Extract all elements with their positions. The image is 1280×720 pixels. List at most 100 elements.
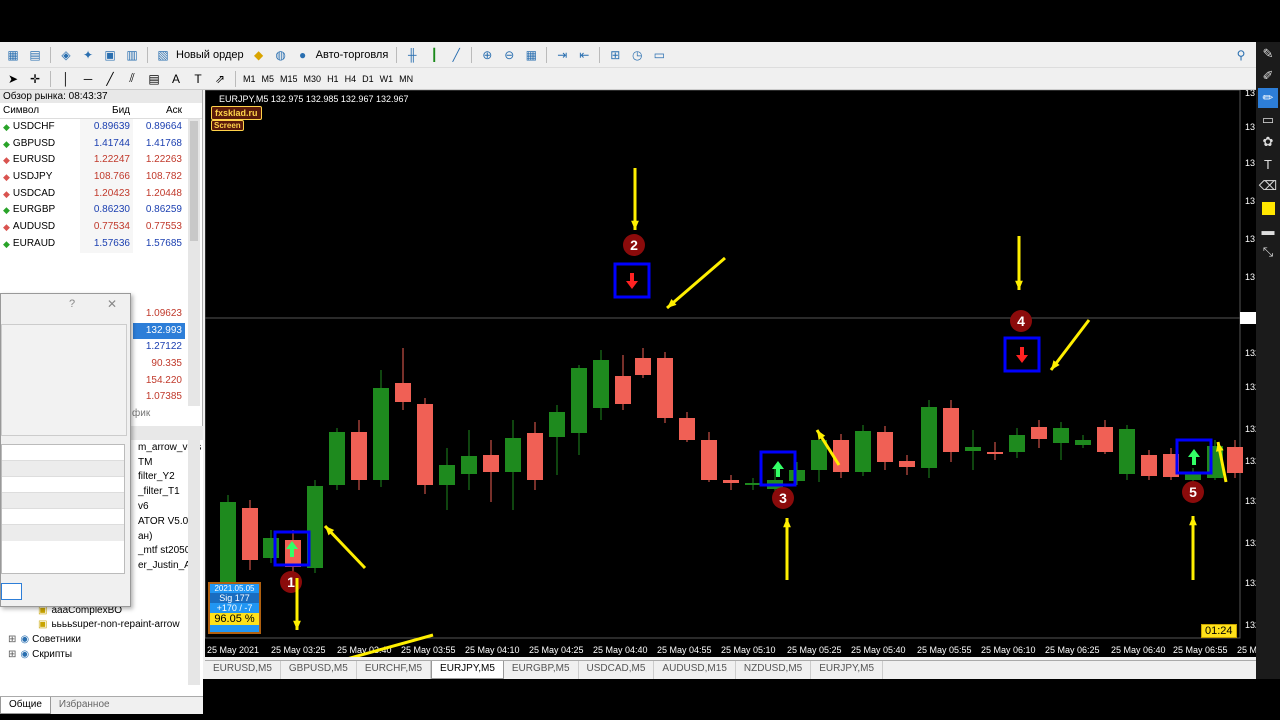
eraser-icon[interactable]: ⌫: [1258, 176, 1278, 196]
ask-cell-selected[interactable]: 132.993: [133, 322, 185, 340]
navigator-scripts[interactable]: ⊞ ◉ Скрипты: [0, 647, 203, 662]
bar-chart-icon[interactable]: ╫: [403, 46, 421, 64]
market-watch-row[interactable]: ◆ USDCHF 0.89639 0.89664: [0, 119, 202, 136]
market-watch-row[interactable]: ◆ USDJPY 108.766 108.782: [0, 169, 202, 186]
search-icon[interactable]: ⚲: [1232, 46, 1250, 64]
palette-icon[interactable]: ✿: [1258, 132, 1278, 152]
market-watch-scrollbar[interactable]: [188, 119, 200, 406]
close-icon[interactable]: ✕: [107, 297, 117, 311]
autoscroll-icon[interactable]: ⇤: [575, 46, 593, 64]
stats-signals: Sig 177: [210, 593, 259, 603]
profiles-icon[interactable]: ▤: [26, 46, 44, 64]
price-chart[interactable]: 131313131313132.940132.915132.895132.870…: [204, 88, 1280, 674]
market-watch-tab[interactable]: фик: [132, 408, 150, 419]
indicator-icon: ▣: [38, 619, 48, 631]
candle-chart-icon[interactable]: ┃: [425, 46, 443, 64]
col-symbol[interactable]: Символ: [0, 103, 80, 118]
down-arrow-icon: ◆: [3, 222, 10, 233]
arrows-icon[interactable]: ⇗: [211, 70, 229, 88]
bull-candle: [1185, 474, 1201, 480]
horizontal-line-icon[interactable]: ─: [79, 70, 97, 88]
chart-tab[interactable]: EURJPY,M5: [431, 661, 504, 679]
chart-shift-icon[interactable]: ⇥: [553, 46, 571, 64]
new-order-icon[interactable]: ▧: [154, 46, 172, 64]
tf-m30[interactable]: M30: [301, 72, 325, 86]
navigator-experts[interactable]: ⊞ ◉ Советники: [0, 632, 203, 647]
market-watch-row[interactable]: ◆ GBPUSD 1.41744 1.41768: [0, 135, 202, 153]
tf-m5[interactable]: M5: [259, 72, 278, 86]
collapse-icon[interactable]: ⤡: [1258, 242, 1278, 262]
data-window-icon[interactable]: ✦: [79, 46, 97, 64]
zoom-out-icon[interactable]: ⊖: [500, 46, 518, 64]
cursor-icon[interactable]: ➤: [4, 70, 22, 88]
channel-icon[interactable]: ⫽: [123, 70, 141, 88]
line-chart-icon[interactable]: ╱: [447, 46, 465, 64]
navigator-icon[interactable]: ▣: [101, 46, 119, 64]
text-tool-icon[interactable]: T: [1258, 154, 1278, 174]
market-watch-row[interactable]: ◆ AUDUSD 0.77534 0.77553: [0, 219, 202, 236]
annotation-arrowhead: [631, 220, 639, 230]
chart-tab[interactable]: EURCHF,M5: [357, 661, 432, 679]
dialog-help-button[interactable]: ?: [69, 298, 75, 310]
text-icon[interactable]: A: [167, 70, 185, 88]
dialog-input[interactable]: [1, 583, 22, 600]
line-width-icon[interactable]: ▬: [1258, 220, 1278, 240]
chart-tab[interactable]: GBPUSD,M5: [281, 661, 357, 679]
price-tick: 132.870: [1245, 424, 1256, 434]
auto-trading-button[interactable]: Авто-торговля: [316, 49, 389, 61]
periods-icon[interactable]: ◷: [628, 46, 646, 64]
col-ask[interactable]: Аск: [133, 103, 185, 118]
globe-icon[interactable]: ◍: [272, 46, 290, 64]
rectangle-icon[interactable]: ▭: [1258, 110, 1278, 130]
templates-icon[interactable]: ▭: [650, 46, 668, 64]
chart-tab[interactable]: AUDUSD,M15: [654, 661, 736, 679]
brush-icon[interactable]: ✐: [1258, 66, 1278, 86]
pencil-icon[interactable]: ✎: [1258, 44, 1278, 64]
zoom-in-icon[interactable]: ⊕: [478, 46, 496, 64]
bull-candle: [593, 360, 609, 408]
navigator-scrollbar[interactable]: [188, 440, 200, 685]
market-watch-row[interactable]: ◆ EURAUD 1.57636 1.57685: [0, 235, 202, 253]
chart-tab[interactable]: EURUSD,M5: [205, 661, 281, 679]
auto-trading-icon[interactable]: ●: [294, 46, 312, 64]
tab-favorites[interactable]: Избранное: [51, 697, 118, 714]
new-chart-icon[interactable]: ▦: [4, 46, 22, 64]
tile-windows-icon[interactable]: ▦: [522, 46, 540, 64]
chart-tab[interactable]: EURGBP,M5: [504, 661, 579, 679]
tf-m1[interactable]: M1: [240, 72, 259, 86]
tf-h1[interactable]: H1: [324, 72, 342, 86]
tab-general[interactable]: Общие: [0, 697, 51, 714]
fibonacci-icon[interactable]: ▤: [145, 70, 163, 88]
market-watch-row[interactable]: ◆ EURGBP 0.86230 0.86259: [0, 202, 202, 220]
tf-w1[interactable]: W1: [377, 72, 397, 86]
bull-candle: [329, 432, 345, 485]
indicators-icon[interactable]: ⊞: [606, 46, 624, 64]
crosshair-icon[interactable]: ✛: [26, 70, 44, 88]
tf-h4[interactable]: H4: [342, 72, 360, 86]
col-bid[interactable]: Бид: [80, 103, 133, 118]
trendline-icon[interactable]: ╱: [101, 70, 119, 88]
market-watch-row[interactable]: ◆ USDCAD 1.20423 1.20448: [0, 185, 202, 203]
terminal-icon[interactable]: ▥: [123, 46, 141, 64]
color-yellow-icon[interactable]: [1258, 198, 1278, 218]
chart-tab[interactable]: USDCAD,M5: [579, 661, 655, 679]
market-watch-row[interactable]: ◆ EURUSD 1.22247 1.22263: [0, 152, 202, 170]
tf-d1[interactable]: D1: [359, 72, 377, 86]
highlighter-icon[interactable]: ✏: [1258, 88, 1278, 108]
market-watch-icon[interactable]: ◈: [57, 46, 75, 64]
up-signal-arrow-icon: [1188, 449, 1200, 465]
price-tick: 13: [1245, 90, 1255, 98]
bear-candle: [723, 480, 739, 483]
tf-mn[interactable]: MN: [396, 72, 416, 86]
bear-candle: [679, 418, 695, 440]
tf-m15[interactable]: M15: [277, 72, 301, 86]
chart-tab[interactable]: NZDUSD,M5: [736, 661, 812, 679]
metaeditor-icon[interactable]: ◆: [250, 46, 268, 64]
new-order-button[interactable]: Новый ордер: [176, 49, 244, 61]
navigator-indicator[interactable]: ▣ ььььsuper-non-repaint-arrow: [34, 618, 203, 633]
chart-tab[interactable]: EURJPY,M5: [811, 661, 884, 679]
stats-winrate: 96.05 %: [210, 613, 259, 625]
bear-candle: [417, 404, 433, 485]
text-label-icon[interactable]: T: [189, 70, 207, 88]
vertical-line-icon[interactable]: │: [57, 70, 75, 88]
